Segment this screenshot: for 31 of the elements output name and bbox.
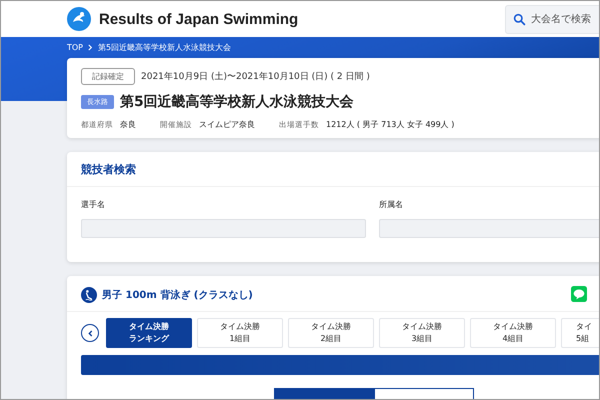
heat-tab[interactable]: タイム決勝 ランキング [106, 318, 192, 348]
view-toggle-button[interactable] [374, 388, 474, 399]
detail-value: 奈良 [120, 119, 136, 130]
detail-value: スイムピア奈良 [199, 119, 255, 130]
logo-icon [67, 7, 91, 31]
backstroke-swimmer-icon [81, 287, 97, 303]
breadcrumb-link[interactable]: TOP [67, 43, 84, 52]
heat-tab[interactable]: タイム決勝 4組目 [470, 318, 556, 348]
input-field[interactable] [81, 219, 366, 238]
search-field[interactable]: 大会名で検索 [505, 4, 599, 34]
field-label: 選手名 [81, 199, 106, 210]
field-label: 所属名 [379, 199, 404, 210]
status-badge: 記録確定 [81, 68, 135, 85]
heat-tab[interactable]: タイム決勝 1組目 [197, 318, 283, 348]
chat-share-icon[interactable] [571, 286, 587, 302]
previous-button[interactable] [81, 324, 99, 342]
event-title: 男子 100m 背泳ぎ (クラスなし) [102, 288, 253, 302]
detail-value: 1212人 ( 男子 713人 女子 499人 ) [326, 119, 454, 130]
heat-tab[interactable]: タイム決勝 2組目 [288, 318, 374, 348]
chevron-left-icon [88, 330, 92, 336]
meet-title: 第5回近畿高等学校新人水泳競技大会 [120, 93, 354, 111]
search-icon [513, 12, 526, 26]
section-title: 競技者検索 [67, 152, 599, 187]
heat-tab[interactable]: タイム決勝 3組目 [379, 318, 465, 348]
breadcrumb-separator-icon [88, 44, 94, 51]
breadcrumb-link[interactable]: 第5回近畿高等学校新人水泳競技大会 [98, 42, 232, 53]
site-title: Results of Japan Swimming [99, 10, 298, 28]
input-field[interactable] [379, 219, 599, 238]
view-toggle-button[interactable] [274, 388, 374, 399]
meet-dates: 2021年10月9日 (土)〜2021年10月10日 (日) ( 2 日間 ) [141, 70, 370, 83]
heat-tab[interactable]: タイ 5組 [561, 318, 599, 348]
